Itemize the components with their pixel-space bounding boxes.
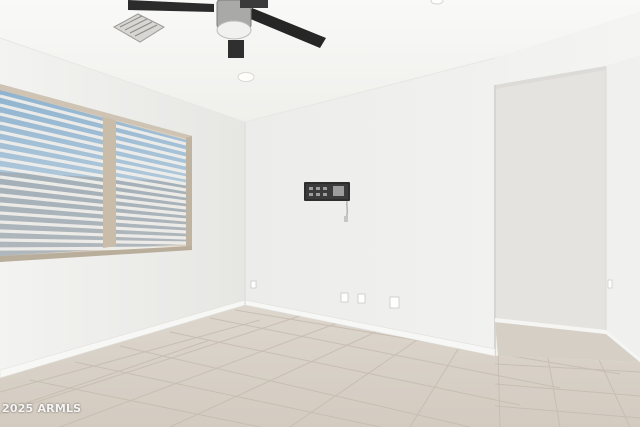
hallway-opening <box>494 55 640 362</box>
watermark-text: 2025 ARMLS <box>2 402 82 415</box>
room-scene <box>0 0 640 427</box>
room-photo: 2025 ARMLS <box>0 0 640 427</box>
